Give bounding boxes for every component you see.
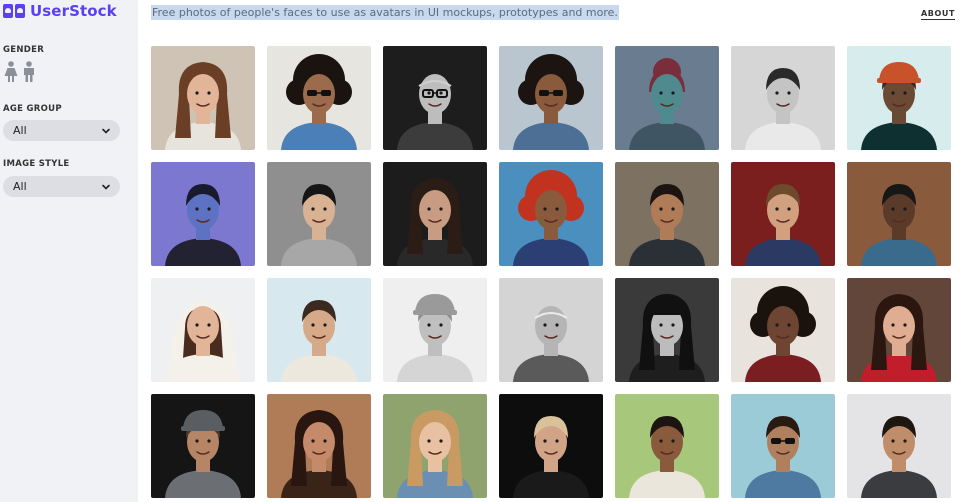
avatar-photo-image [383, 394, 487, 498]
female-person-icon[interactable] [3, 61, 19, 83]
avatar-photo-image [267, 278, 371, 382]
image-style-select[interactable]: All [3, 176, 120, 197]
avatar-photo-image [847, 162, 951, 266]
avatar-photo[interactable] [151, 162, 255, 266]
app: UserStock GENDER AGE GROUP All IMAGE STY… [0, 0, 960, 502]
avatar-photo-image [267, 394, 371, 498]
avatar-photo-image [847, 278, 951, 382]
avatar-photo[interactable] [731, 162, 835, 266]
avatar-photo[interactable] [615, 46, 719, 150]
gender-filter [3, 61, 37, 83]
chevron-down-icon [102, 128, 110, 134]
avatar-photo-image [151, 394, 255, 498]
age-group-select[interactable]: All [3, 120, 120, 141]
about-link[interactable]: ABOUT [921, 9, 956, 20]
avatar-photo-image [847, 394, 951, 498]
avatar-photo-image [383, 46, 487, 150]
avatar-photo-image [383, 278, 487, 382]
avatar-photo[interactable] [383, 278, 487, 382]
logo-text: UserStock [30, 2, 117, 20]
avatar-photo-image [151, 162, 255, 266]
avatar-photo[interactable] [847, 46, 951, 150]
avatar-photo[interactable] [731, 278, 835, 382]
avatar-photo-image [499, 46, 603, 150]
sidebar: UserStock GENDER AGE GROUP All IMAGE STY… [0, 0, 138, 502]
avatar-photo-image [731, 278, 835, 382]
avatar-photo[interactable] [383, 394, 487, 498]
avatar-photo-image [731, 46, 835, 150]
avatar-photo[interactable] [499, 162, 603, 266]
male-person-icon[interactable] [21, 61, 37, 83]
avatar-photo[interactable] [847, 162, 951, 266]
avatar-photo[interactable] [151, 278, 255, 382]
avatar-photo[interactable] [499, 394, 603, 498]
avatar-photo-image [267, 162, 371, 266]
avatar-photo-image [615, 46, 719, 150]
image-style-label: IMAGE STYLE [3, 159, 70, 169]
avatar-photo-image [731, 162, 835, 266]
chevron-down-icon [102, 184, 110, 190]
avatar-photo-image [615, 394, 719, 498]
avatar-photo[interactable] [267, 162, 371, 266]
avatar-photo-image [499, 162, 603, 266]
avatar-photo-image [267, 46, 371, 150]
page-tagline: Free photos of people's faces to use as … [151, 5, 619, 20]
photo-grid [151, 46, 951, 498]
avatar-photo-image [151, 46, 255, 150]
logo-icon [3, 4, 25, 18]
avatar-photo[interactable] [267, 278, 371, 382]
avatar-photo[interactable] [731, 46, 835, 150]
avatar-photo-image [383, 162, 487, 266]
logo[interactable]: UserStock [3, 2, 117, 20]
avatar-photo[interactable] [267, 394, 371, 498]
avatar-photo[interactable] [267, 46, 371, 150]
avatar-photo-image [615, 162, 719, 266]
avatar-photo[interactable] [499, 278, 603, 382]
avatar-photo[interactable] [847, 278, 951, 382]
avatar-photo-image [847, 46, 951, 150]
avatar-photo-image [615, 278, 719, 382]
avatar-photo[interactable] [615, 278, 719, 382]
avatar-photo[interactable] [731, 394, 835, 498]
avatar-photo[interactable] [615, 394, 719, 498]
avatar-photo[interactable] [383, 162, 487, 266]
avatar-photo[interactable] [383, 46, 487, 150]
avatar-photo[interactable] [499, 46, 603, 150]
age-group-value: All [13, 124, 27, 137]
image-style-value: All [13, 180, 27, 193]
avatar-photo-image [499, 394, 603, 498]
avatar-photo-image [499, 278, 603, 382]
age-group-label: AGE GROUP [3, 104, 62, 114]
gender-label: GENDER [3, 45, 45, 55]
avatar-photo[interactable] [615, 162, 719, 266]
avatar-photo[interactable] [151, 394, 255, 498]
avatar-photo-image [151, 278, 255, 382]
avatar-photo[interactable] [847, 394, 951, 498]
avatar-photo[interactable] [151, 46, 255, 150]
avatar-photo-image [731, 394, 835, 498]
